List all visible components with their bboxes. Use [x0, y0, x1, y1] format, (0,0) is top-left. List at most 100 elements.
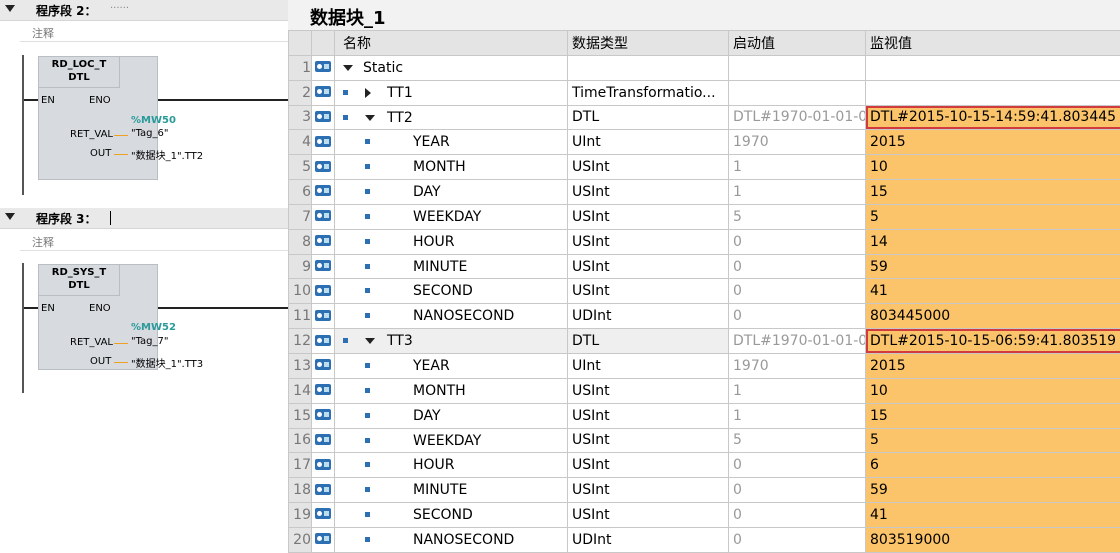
name-cell[interactable]: MONTH: [335, 378, 568, 403]
name-cell[interactable]: WEEKDAY: [335, 428, 568, 453]
table-row[interactable]: 13YEARUInt19702015: [289, 353, 1120, 378]
column-header-name[interactable]: 名称: [335, 31, 568, 56]
name-cell[interactable]: MINUTE: [335, 254, 568, 279]
collapse-triangle-icon[interactable]: [5, 5, 15, 12]
data-type-cell[interactable]: DTL: [568, 329, 729, 354]
network-3-header[interactable]: 程序段 3：: [0, 208, 288, 229]
data-type-cell[interactable]: USInt: [568, 180, 729, 205]
data-type-cell[interactable]: [568, 55, 729, 80]
table-row[interactable]: 11NANOSECONDUDInt0803445000: [289, 304, 1120, 329]
data-type-cell[interactable]: UDInt: [568, 304, 729, 329]
table-row[interactable]: 20NANOSECONDUDInt0803519000: [289, 527, 1120, 552]
data-type-cell[interactable]: USInt: [568, 204, 729, 229]
start-value-cell[interactable]: DTL#1970-01-01-0: [729, 329, 866, 354]
start-value-cell[interactable]: 1: [729, 155, 866, 180]
table-row[interactable]: 19SECONDUSInt041: [289, 503, 1120, 528]
monitor-value-cell[interactable]: 5: [866, 428, 1120, 453]
name-cell[interactable]: TT3: [335, 329, 568, 354]
column-header-type[interactable]: 数据类型: [568, 31, 729, 56]
network-2-comment[interactable]: 注释: [20, 22, 288, 42]
ret-val-tag[interactable]: "Tag_7": [131, 336, 169, 347]
table-row[interactable]: 14MONTHUSInt110: [289, 378, 1120, 403]
ret-val-address[interactable]: %MW50: [131, 115, 176, 126]
name-cell[interactable]: SECOND: [335, 279, 568, 304]
out-tag[interactable]: "数据块_1".TT3: [131, 355, 203, 370]
start-value-cell[interactable]: 0: [729, 478, 866, 503]
table-row[interactable]: 17HOURUSInt06: [289, 453, 1120, 478]
start-value-cell[interactable]: 5: [729, 428, 866, 453]
start-value-cell[interactable]: [729, 80, 866, 105]
name-cell[interactable]: TT1: [335, 80, 568, 105]
expand-down-icon[interactable]: [365, 115, 375, 121]
monitor-value-cell[interactable]: 803445000: [866, 304, 1120, 329]
table-row[interactable]: 16WEEKDAYUSInt55: [289, 428, 1120, 453]
monitor-value-cell[interactable]: 15: [866, 403, 1120, 428]
start-value-cell[interactable]: 1: [729, 180, 866, 205]
monitor-value-cell[interactable]: 14: [866, 229, 1120, 254]
start-value-cell[interactable]: 0: [729, 527, 866, 552]
column-header-start[interactable]: 启动值: [729, 31, 866, 56]
start-value-cell[interactable]: 0: [729, 304, 866, 329]
monitor-value-cell[interactable]: 10: [866, 378, 1120, 403]
table-row[interactable]: 15DAYUSInt115: [289, 403, 1120, 428]
table-row[interactable]: 7WEEKDAYUSInt55: [289, 204, 1120, 229]
table-row[interactable]: 1Static: [289, 55, 1120, 80]
table-row[interactable]: 4YEARUInt19702015: [289, 130, 1120, 155]
monitor-value-cell[interactable]: 59: [866, 254, 1120, 279]
data-type-cell[interactable]: USInt: [568, 478, 729, 503]
data-type-cell[interactable]: USInt: [568, 403, 729, 428]
monitor-value-cell[interactable]: 2015: [866, 130, 1120, 155]
start-value-cell[interactable]: DTL#1970-01-01-0: [729, 105, 866, 130]
monitor-value-cell[interactable]: 15: [866, 180, 1120, 205]
start-value-cell[interactable]: 0: [729, 503, 866, 528]
table-row[interactable]: 6DAYUSInt115: [289, 180, 1120, 205]
column-header-monitor[interactable]: 监视值: [866, 31, 1120, 56]
monitor-value-cell[interactable]: 6: [866, 453, 1120, 478]
name-cell[interactable]: NANOSECOND: [335, 304, 568, 329]
monitor-value-cell[interactable]: [866, 80, 1120, 105]
name-cell[interactable]: MINUTE: [335, 478, 568, 503]
monitor-value-cell[interactable]: 41: [866, 279, 1120, 304]
data-type-cell[interactable]: USInt: [568, 229, 729, 254]
name-cell[interactable]: SECOND: [335, 503, 568, 528]
monitor-value-cell[interactable]: 41: [866, 503, 1120, 528]
monitor-value-cell[interactable]: [866, 55, 1120, 80]
out-tag[interactable]: "数据块_1".TT2: [131, 147, 203, 162]
table-row[interactable]: 3TT2DTLDTL#1970-01-01-0DTL#2015-10-15-14…: [289, 105, 1120, 130]
monitor-value-cell[interactable]: DTL#2015-10-15-14:59:41.803445: [866, 105, 1120, 130]
name-cell[interactable]: NANOSECOND: [335, 527, 568, 552]
monitor-value-cell[interactable]: 2015: [866, 353, 1120, 378]
monitor-value-cell[interactable]: 5: [866, 204, 1120, 229]
collapse-triangle-icon[interactable]: [5, 213, 15, 220]
name-cell[interactable]: WEEKDAY: [335, 204, 568, 229]
expand-down-icon[interactable]: [343, 65, 353, 71]
start-value-cell[interactable]: [729, 55, 866, 80]
start-value-cell[interactable]: 1: [729, 403, 866, 428]
name-cell[interactable]: YEAR: [335, 353, 568, 378]
table-row[interactable]: 9MINUTEUSInt059: [289, 254, 1120, 279]
name-cell[interactable]: TT2: [335, 105, 568, 130]
start-value-cell[interactable]: 1970: [729, 353, 866, 378]
table-row[interactable]: 18MINUTEUSInt059: [289, 478, 1120, 503]
data-type-cell[interactable]: USInt: [568, 378, 729, 403]
data-type-cell[interactable]: USInt: [568, 503, 729, 528]
name-cell[interactable]: DAY: [335, 403, 568, 428]
name-cell[interactable]: DAY: [335, 180, 568, 205]
monitor-value-cell[interactable]: DTL#2015-10-15-06:59:41.803519: [866, 329, 1120, 354]
start-value-cell[interactable]: 5: [729, 204, 866, 229]
network-3-comment[interactable]: 注释: [20, 231, 288, 251]
start-value-cell[interactable]: 0: [729, 229, 866, 254]
ret-val-address[interactable]: %MW52: [131, 322, 176, 333]
ret-val-tag[interactable]: "Tag_6": [131, 128, 169, 139]
name-cell[interactable]: HOUR: [335, 453, 568, 478]
start-value-cell[interactable]: 0: [729, 279, 866, 304]
monitor-value-cell[interactable]: 803519000: [866, 527, 1120, 552]
data-type-cell[interactable]: UInt: [568, 130, 729, 155]
table-row[interactable]: 5MONTHUSInt110: [289, 155, 1120, 180]
table-row[interactable]: 8HOURUSInt014: [289, 229, 1120, 254]
table-row[interactable]: 12TT3DTLDTL#1970-01-01-0DTL#2015-10-15-0…: [289, 329, 1120, 354]
data-type-cell[interactable]: USInt: [568, 428, 729, 453]
monitor-value-cell[interactable]: 59: [866, 478, 1120, 503]
data-type-cell[interactable]: USInt: [568, 453, 729, 478]
data-type-cell[interactable]: TimeTransformatio...: [568, 80, 729, 105]
